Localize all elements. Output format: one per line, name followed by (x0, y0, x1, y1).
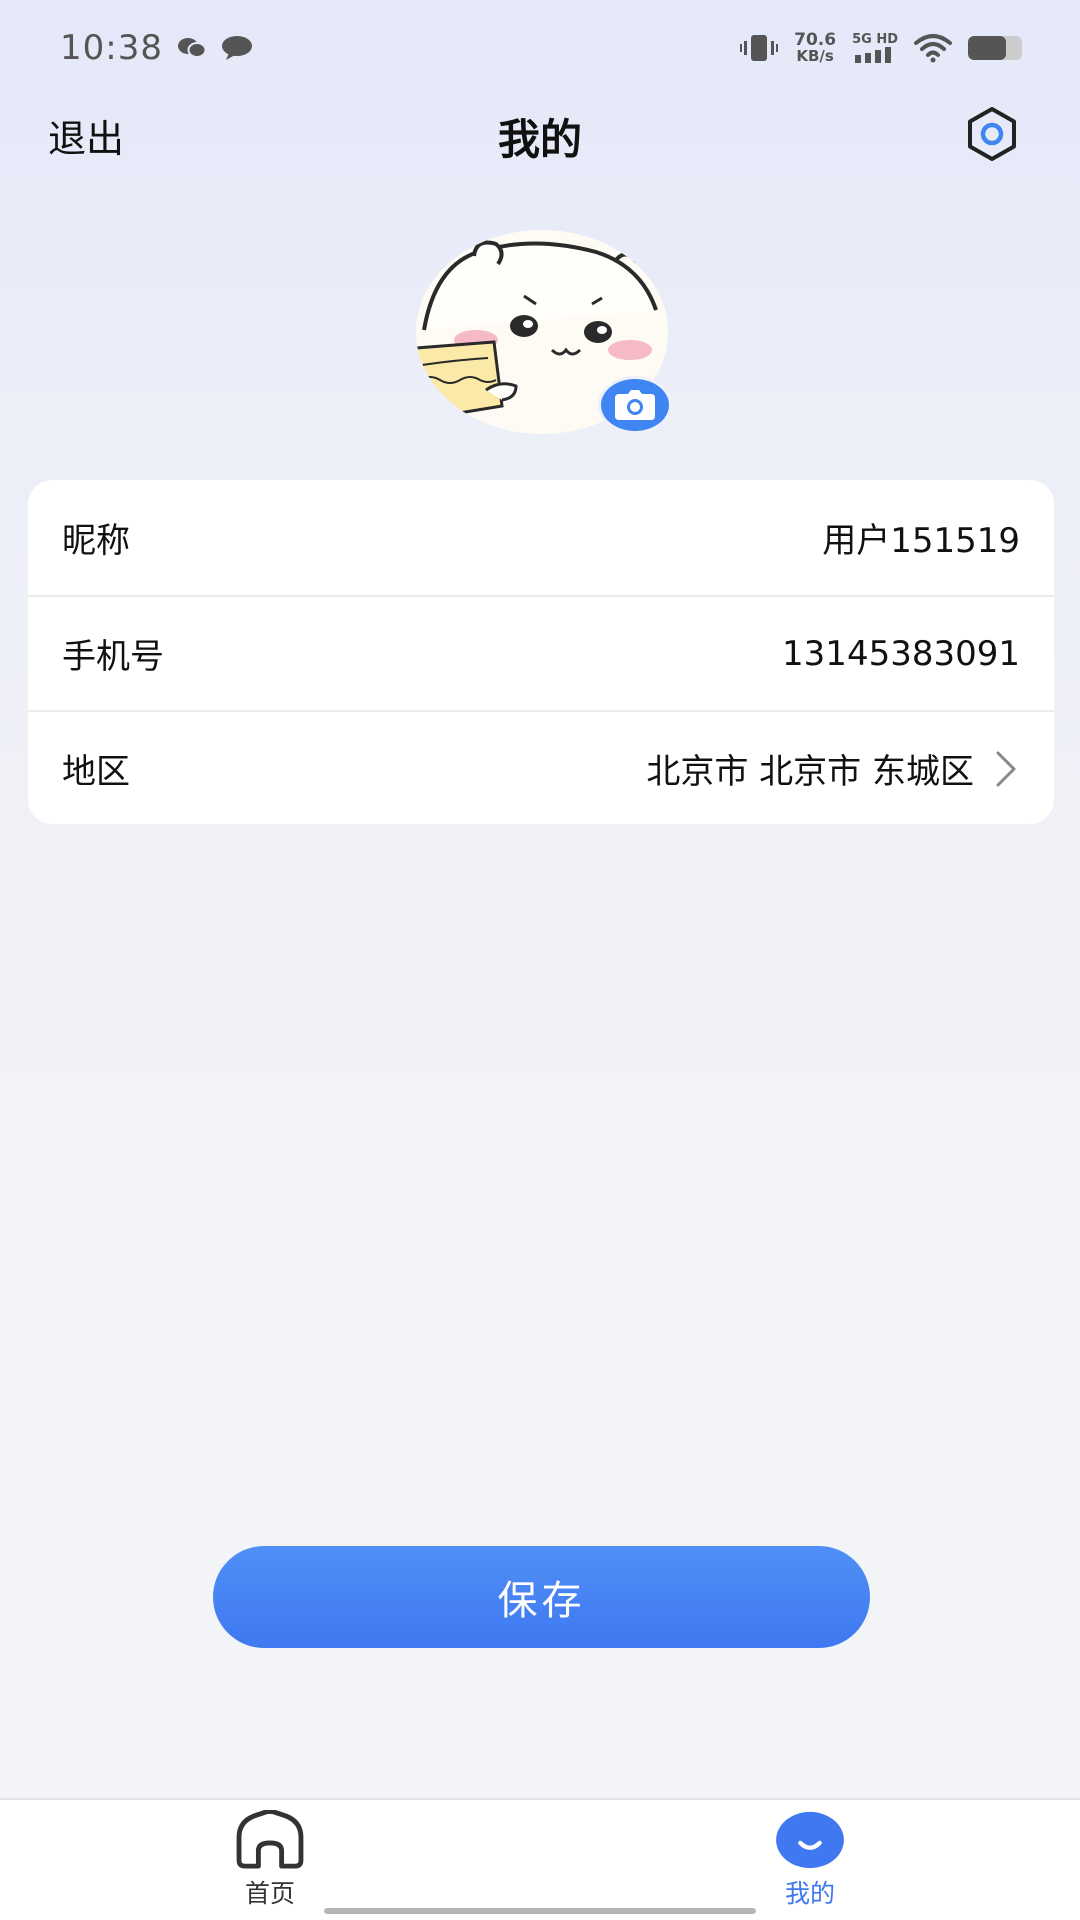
home-icon (236, 1810, 304, 1869)
battery-fill (968, 36, 1006, 60)
nickname-value[interactable]: 用户151519 (822, 513, 1020, 562)
change-avatar-button[interactable] (598, 376, 672, 434)
region-value: 北京市 北京市 东城区 (646, 752, 974, 792)
phone-label: 手机号 (62, 637, 164, 677)
net-speed-value: 70.6 (794, 30, 837, 50)
signal-block: 5G HD (852, 33, 898, 63)
header: 退出 我的 (0, 96, 1080, 168)
page-title: 我的 (497, 115, 582, 164)
net-speed-unit: KB/s (796, 47, 834, 65)
wifi-icon (914, 34, 952, 63)
home-indicator (324, 1908, 756, 1914)
nickname-label: 昵称 (62, 521, 130, 561)
region-label: 地区 (62, 752, 130, 792)
region-row[interactable]: 地区 北京市 北京市 东城区 (28, 710, 1054, 825)
chevron-right-icon (996, 751, 1016, 786)
save-button[interactable]: 保存 (213, 1546, 870, 1648)
tab-mine[interactable]: 我的 (740, 1810, 880, 1910)
tab-home[interactable]: 首页 (200, 1810, 340, 1910)
tab-mine-label: 我的 (784, 1879, 835, 1908)
signal-icon (855, 47, 892, 63)
status-bar: 10:38 70.6 KB/s 5G HD (0, 0, 1080, 96)
tab-home-label: 首页 (244, 1879, 295, 1908)
smile-icon (776, 1811, 844, 1869)
phone-row[interactable]: 手机号 13145383091 (28, 595, 1054, 710)
camera-icon (615, 390, 655, 420)
avatar-container (416, 230, 672, 434)
phone-value: 13145383091 (782, 633, 1020, 674)
wechat-icon (177, 38, 207, 58)
profile-info-card: 昵称 用户151519 手机号 13145383091 地区 北京市 北京市 东… (28, 480, 1054, 824)
net-speed: 70.6 KB/s (794, 30, 837, 65)
vibrate-icon (740, 35, 779, 61)
status-time: 10:38 (60, 28, 163, 68)
nickname-row[interactable]: 昵称 用户151519 (28, 480, 1054, 595)
network-type: 5G HD (852, 32, 898, 47)
message-icon (221, 36, 252, 60)
region-selector[interactable]: 北京市 北京市 东城区 (646, 744, 1020, 793)
tab-bar: 首页 我的 (0, 1798, 1080, 1920)
battery-icon (968, 36, 1022, 60)
settings-icon[interactable] (964, 106, 1020, 162)
